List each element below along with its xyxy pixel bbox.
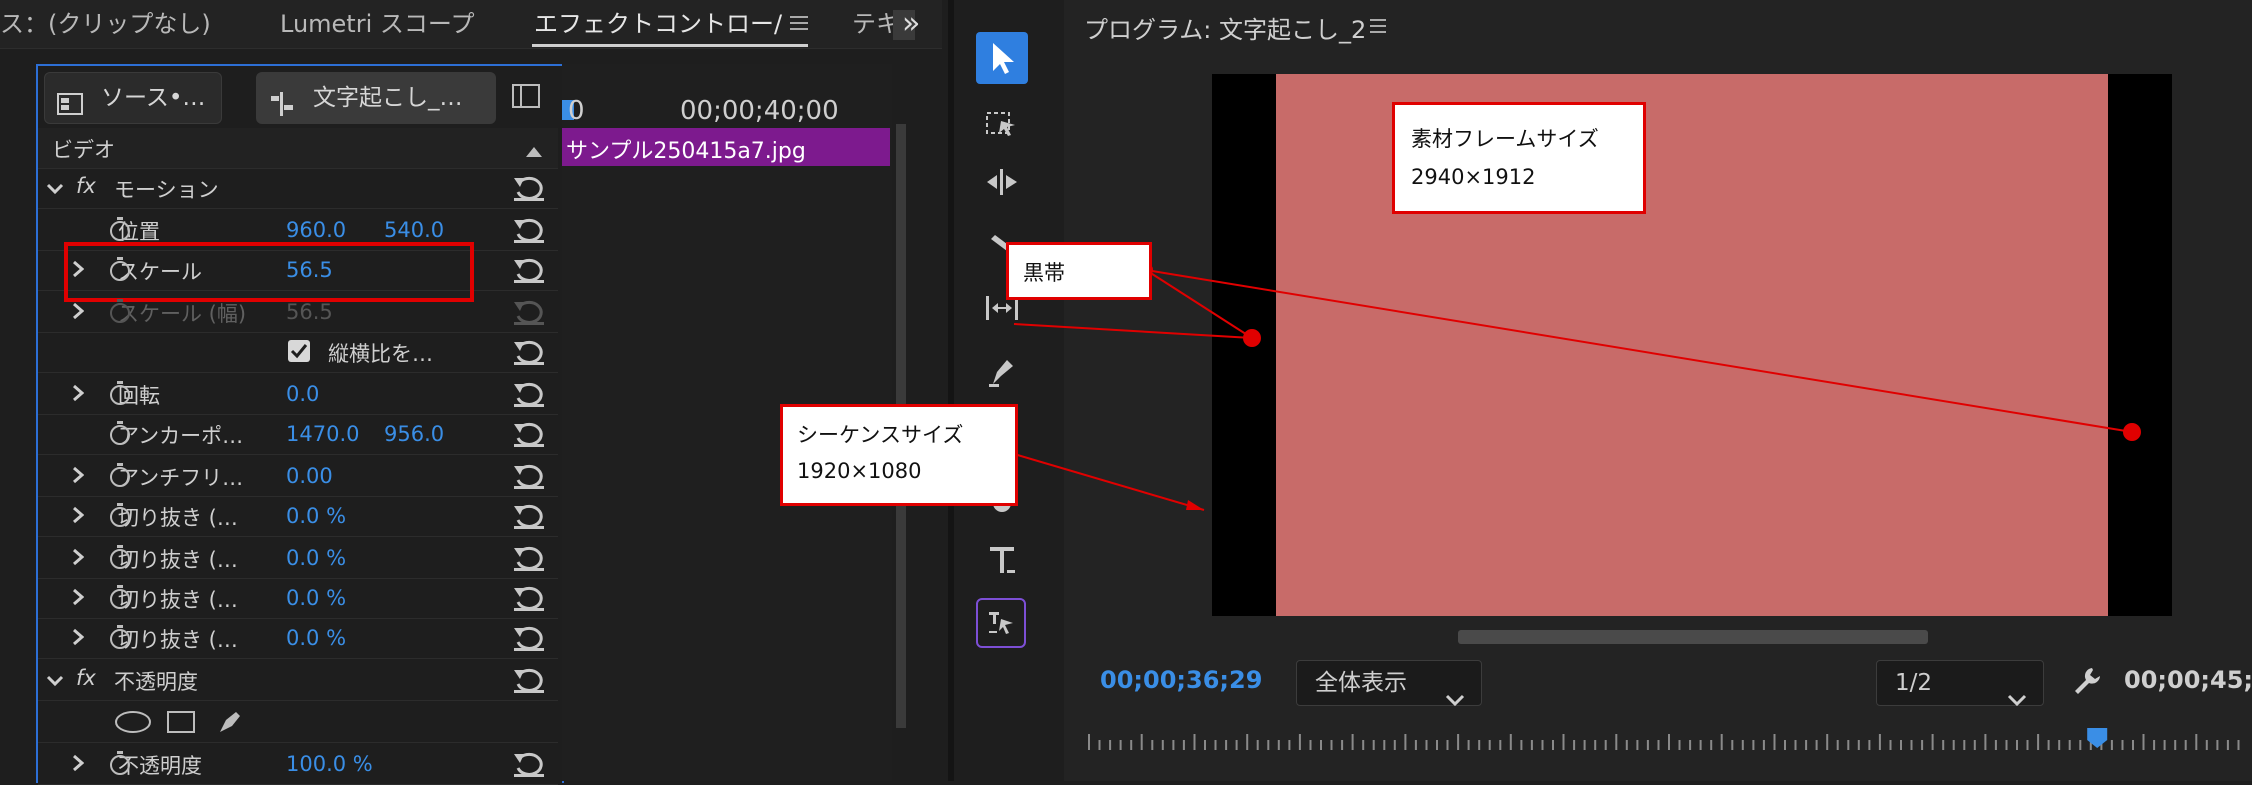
material-size-callout: 素材フレームサイズ 2940×1912 <box>1392 102 1646 214</box>
arrowhead <box>1186 500 1204 510</box>
black-bar-label: 黒帯 <box>1023 261 1065 285</box>
material-size-value: 2940×1912 <box>1411 165 1536 189</box>
annotation-lines <box>1013 263 2141 511</box>
black-bar-callout: 黒帯 <box>1006 242 1152 300</box>
annotation-line <box>1145 269 2133 433</box>
black-bar-right-dot <box>2123 423 2141 441</box>
annotation-line <box>1013 453 1205 511</box>
annotation-line <box>1145 269 1253 339</box>
black-bar-left-dot <box>1243 329 1261 347</box>
sequence-size-title: シーケンスサイズ <box>797 423 964 447</box>
sequence-size-value: 1920×1080 <box>797 459 922 483</box>
material-size-title: 素材フレームサイズ <box>1411 127 1599 151</box>
annotation-line <box>1013 323 1253 339</box>
sequence-size-callout: シーケンスサイズ 1920×1080 <box>780 404 1018 506</box>
